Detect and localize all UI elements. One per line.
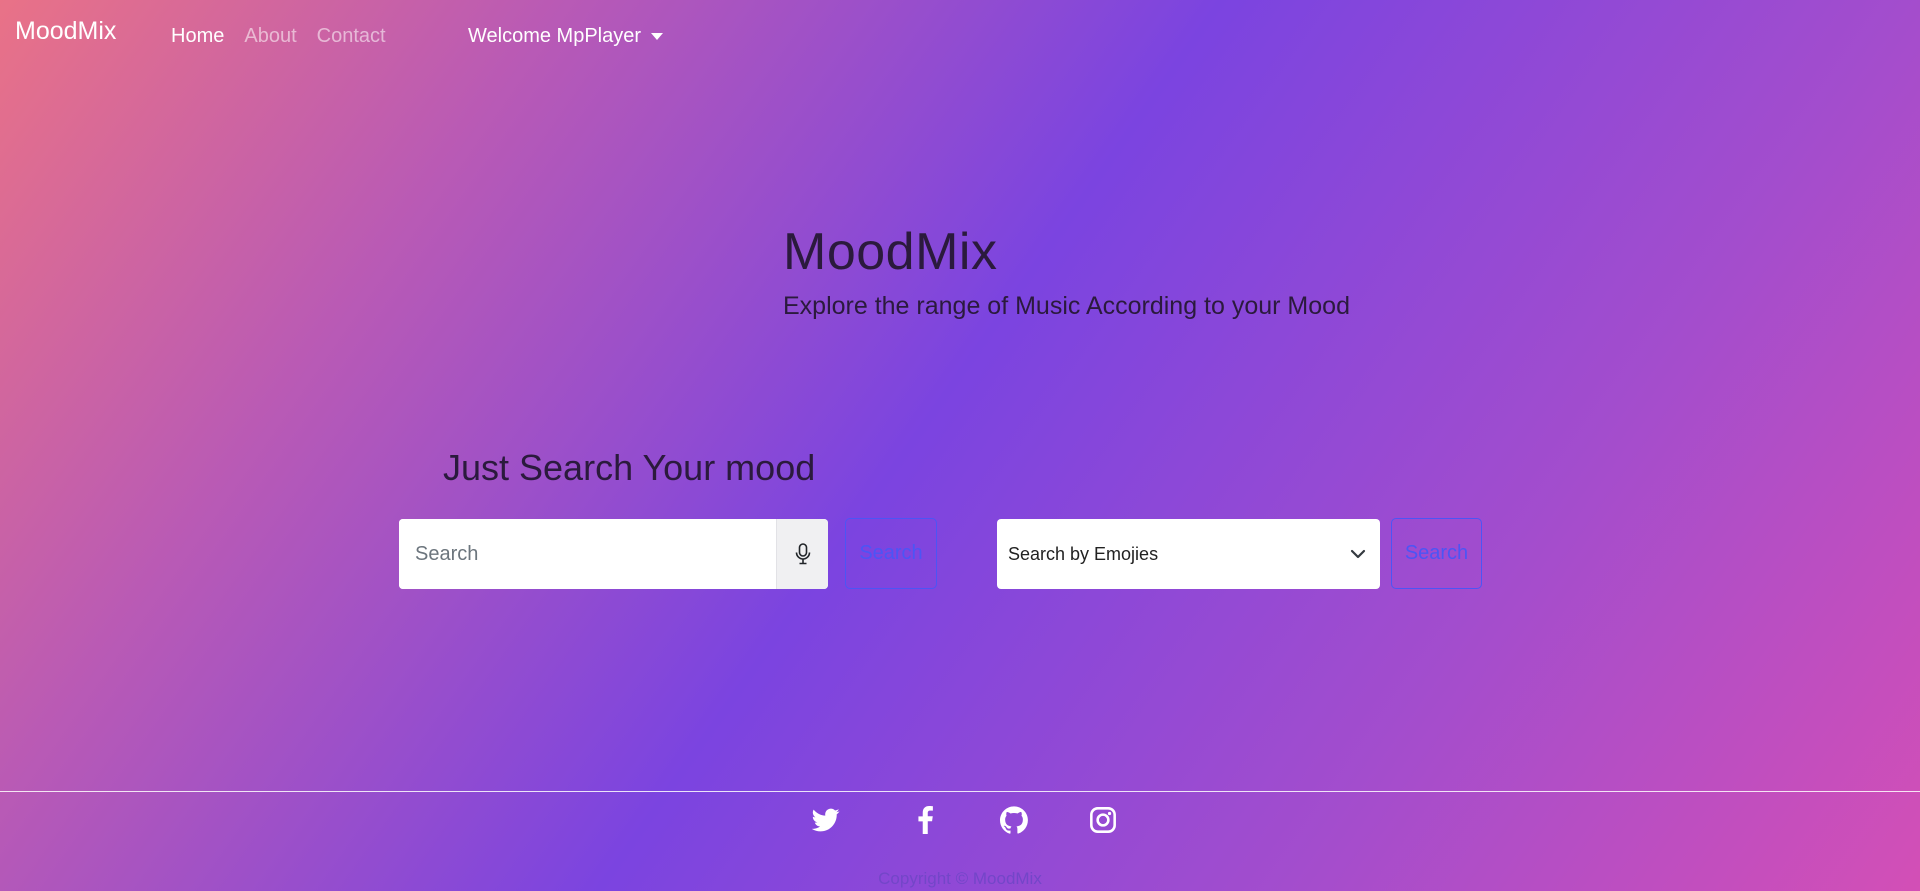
footer-divider (0, 791, 1920, 792)
hero-subtitle: Explore the range of Music According to … (783, 292, 1350, 320)
emoji-select-value: Search by Emojies (1008, 543, 1159, 564)
twitter-icon[interactable] (812, 806, 840, 834)
search-heading: Just Search Your mood (443, 447, 816, 488)
nav-about[interactable]: About (244, 25, 296, 48)
brand-logo[interactable]: MoodMix (15, 17, 116, 46)
mic-button[interactable] (776, 519, 828, 589)
nav-home[interactable]: Home (171, 25, 224, 48)
chevron-down-icon (1350, 549, 1366, 559)
hero-title: MoodMix (783, 223, 998, 281)
facebook-icon[interactable] (912, 806, 940, 834)
caret-down-icon (651, 33, 664, 40)
copyright-text: Copyright © MoodMix (878, 869, 1042, 888)
emoji-select[interactable]: Search by Emojies (997, 519, 1380, 589)
emoji-search-button[interactable]: Search (1391, 518, 1482, 589)
nav-links: Home About Contact (171, 25, 386, 48)
user-menu-dropdown[interactable]: Welcome MpPlayer (468, 25, 664, 48)
nav-contact[interactable]: Contact (317, 25, 386, 48)
microphone-icon (795, 543, 810, 565)
instagram-icon[interactable] (1089, 806, 1117, 834)
user-menu-label: Welcome MpPlayer (468, 25, 642, 47)
search-button[interactable]: Search (845, 518, 937, 589)
search-input-group (399, 519, 828, 589)
navbar: MoodMix Home About Contact Welcome MpPla… (0, 0, 1920, 74)
search-input[interactable] (399, 519, 776, 589)
github-icon[interactable] (1000, 806, 1028, 834)
